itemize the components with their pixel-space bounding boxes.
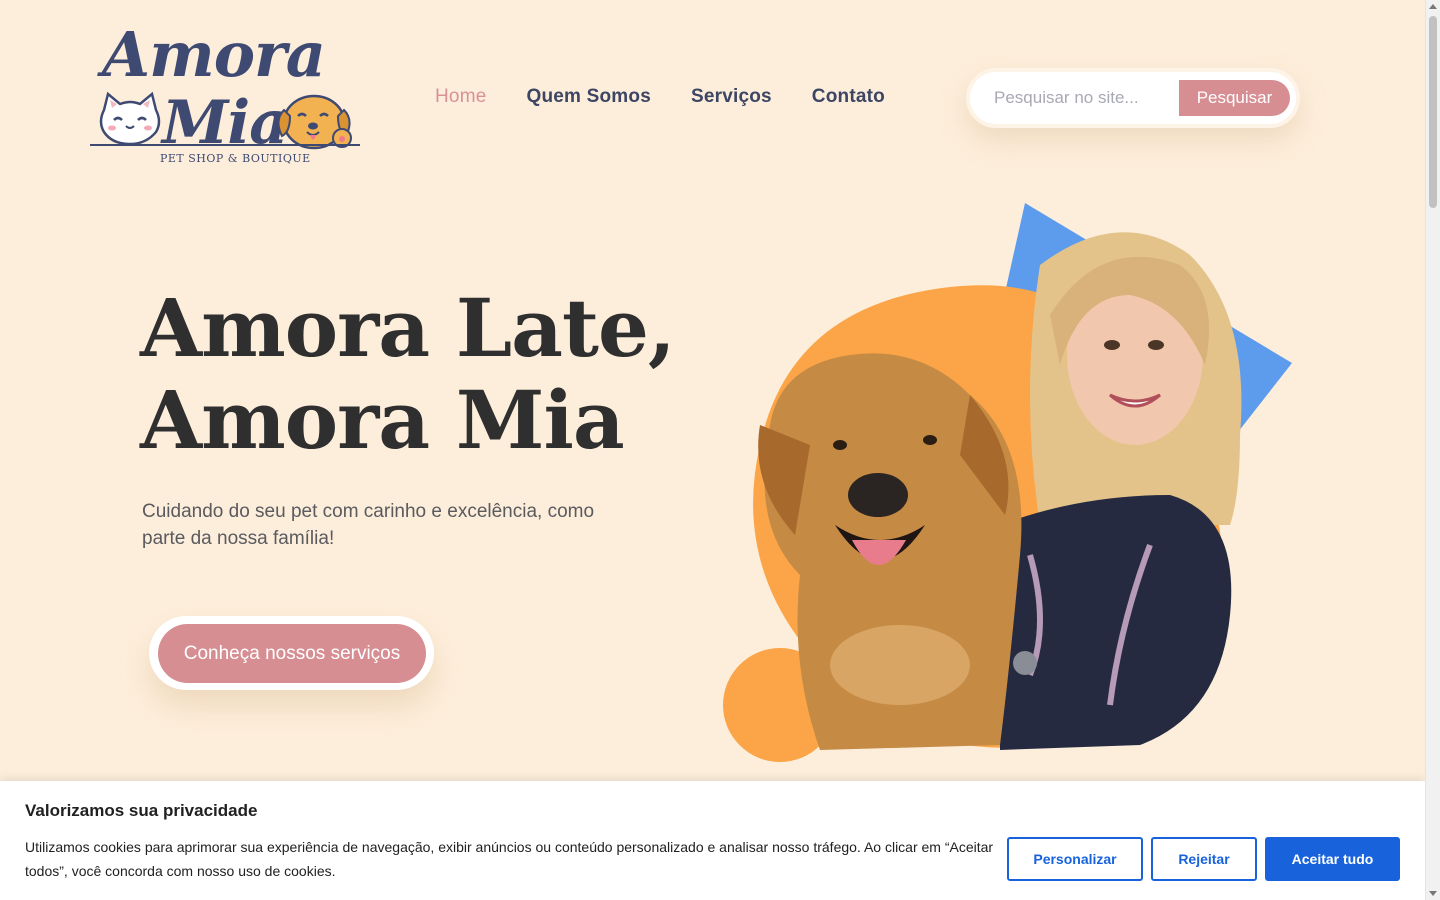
cookie-customize-button[interactable]: Personalizar [1007, 837, 1143, 881]
scroll-down-icon[interactable] [1429, 891, 1437, 896]
cookie-text: Utilizamos cookies para aprimorar sua ex… [25, 839, 994, 879]
nav-item-contato[interactable]: Contato [812, 86, 885, 108]
nav-item-servicos[interactable]: Serviços [691, 86, 772, 108]
scroll-up-icon[interactable] [1429, 4, 1437, 9]
hero-image [723, 203, 1292, 762]
cookie-title: Valorizamos sua privacidade [25, 801, 258, 820]
hero-subtitle: Cuidando do seu pet com carinho e excelê… [142, 501, 595, 549]
search-button[interactable]: Pesquisar [1179, 80, 1290, 116]
hero-title-line1: Amora Late, [140, 281, 676, 375]
search-input[interactable] [994, 88, 1174, 108]
page-scrollbar[interactable] [1425, 0, 1440, 900]
logo-tagline: PET SHOP & BOUTIQUE [160, 152, 311, 165]
woman-figure [1000, 495, 1232, 750]
cat-icon [99, 91, 161, 146]
hero-title-line2: Amora Mia [140, 373, 625, 467]
search-bar: Pesquisar [966, 68, 1300, 128]
cookie-accept-button[interactable]: Aceitar tudo [1265, 837, 1400, 881]
cookie-consent-banner: Valorizamos sua privacidade Utilizamos c… [0, 781, 1425, 900]
nav-item-quem-somos[interactable]: Quem Somos [526, 86, 650, 108]
logo-text-line1: Amora [102, 18, 326, 91]
site-logo[interactable]: Amora Mia PET SHOP & BOUTIQUE [90, 18, 362, 170]
cookie-reject-button[interactable]: Rejeitar [1151, 837, 1257, 881]
logo-text-line2: Mia [162, 88, 288, 158]
main-nav: Home Quem Somos Serviços Contato [435, 86, 885, 108]
dog-icon [277, 94, 352, 150]
hero-title: Amora Late, Amora Mia [140, 282, 700, 466]
nav-item-home[interactable]: Home [435, 86, 486, 108]
services-cta-button[interactable]: Conheça nossos serviços [158, 624, 426, 683]
scrollbar-thumb[interactable] [1429, 16, 1437, 208]
logo-underline [90, 144, 360, 146]
